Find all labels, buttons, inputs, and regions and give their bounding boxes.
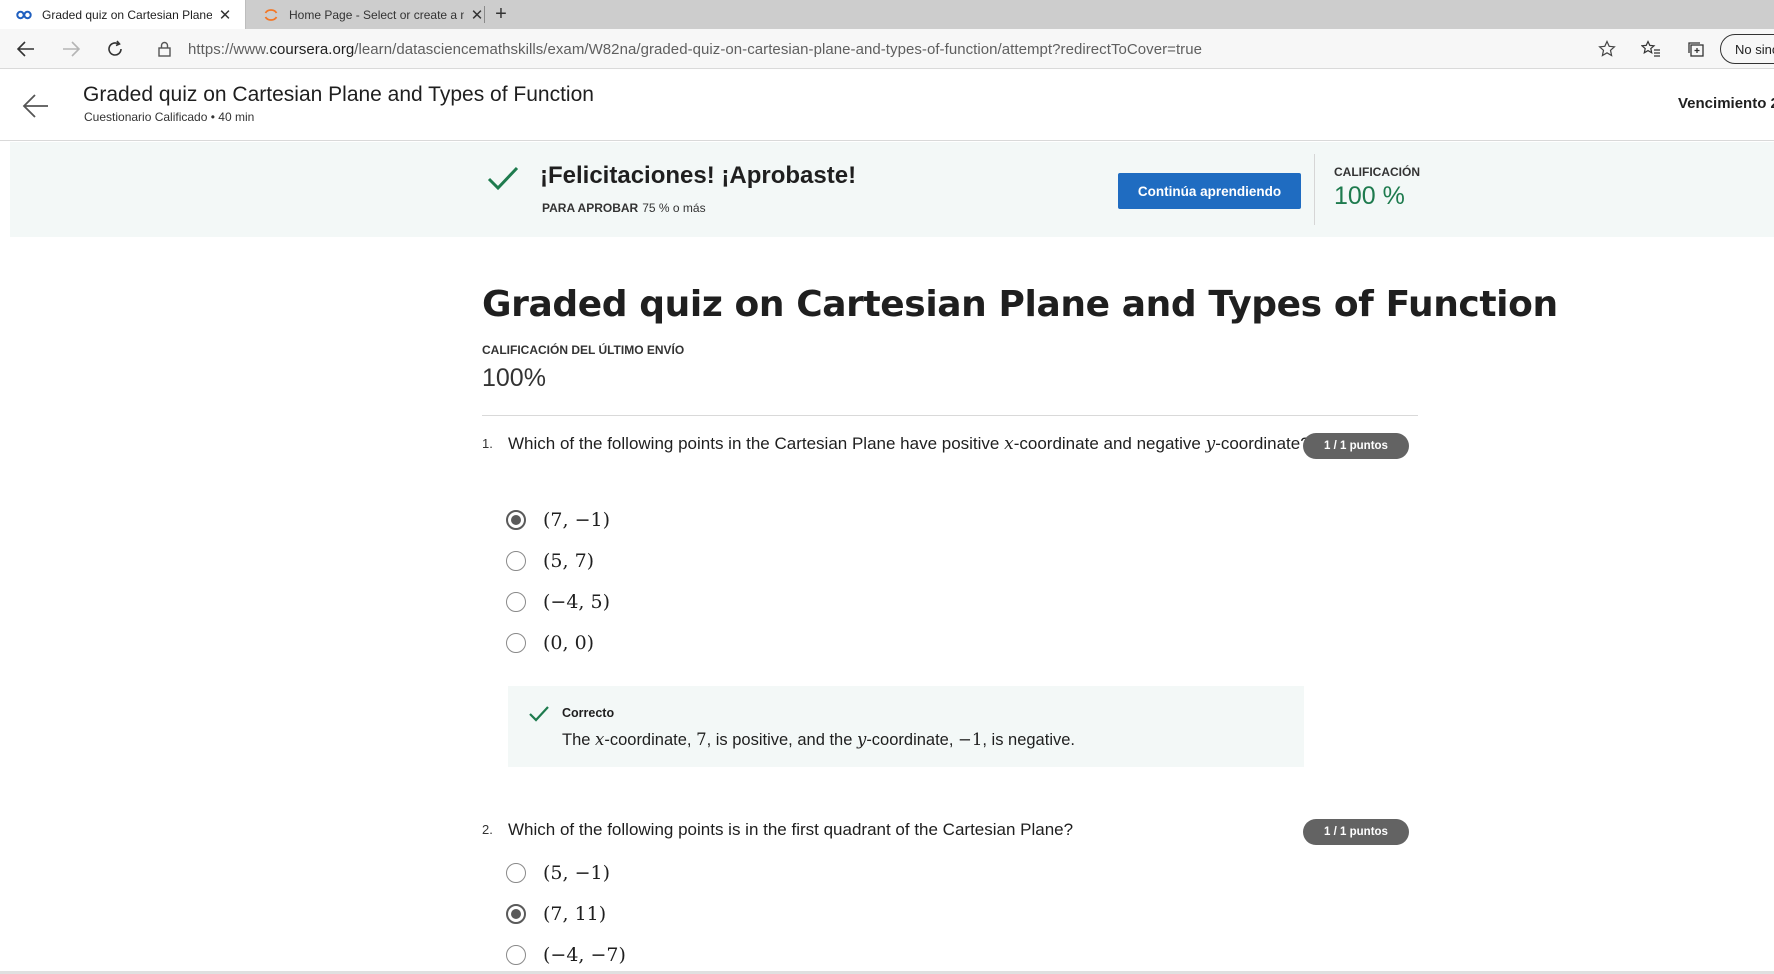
url-text[interactable]: https://www.coursera.org/learn/datascien… (188, 41, 1202, 58)
feedback-title: Correcto (562, 706, 615, 720)
radio-button[interactable] (506, 945, 526, 965)
close-tab-icon[interactable]: ✕ (470, 7, 484, 24)
page-title: Graded quiz on Cartesian Plane and Types… (83, 83, 594, 106)
math-variable: x (1004, 434, 1014, 454)
feedback-text: The x-coordinate, 7, is positive, and th… (562, 730, 1075, 750)
grade-label: CALIFICACIÓN (1334, 165, 1420, 179)
address-bar[interactable]: https://www.coursera.org/learn/datascien… (144, 33, 1620, 65)
feedback-box: Correcto The x-coordinate, 7, is positiv… (508, 686, 1304, 767)
favorites-icon[interactable] (1640, 38, 1662, 60)
pass-requirement-label: PARA APROBAR (542, 201, 639, 215)
points-badge: 1 / 1 puntos (1303, 433, 1409, 459)
quiz-title: Graded quiz on Cartesian Plane and Types… (482, 284, 1558, 325)
tab-title: Graded quiz on Cartesian Plane and Types… (42, 7, 212, 22)
feedback-text-part: The (562, 731, 596, 749)
option-label: (−4, −7) (543, 944, 626, 966)
coursera-icon (16, 9, 32, 21)
option-label: (5, 7) (543, 550, 595, 572)
tab-separator (484, 6, 485, 23)
radio-button[interactable] (506, 904, 526, 924)
feedback-text-part: , is negative. (982, 731, 1075, 749)
radio-button[interactable] (506, 592, 526, 612)
course-header: Graded quiz on Cartesian Plane and Types… (0, 70, 1774, 141)
points-badge: 1 / 1 puntos (1303, 819, 1409, 845)
checkmark-icon (528, 704, 550, 724)
answer-option[interactable]: (−4, −7) (506, 942, 626, 968)
answer-option[interactable]: (0, 0) (506, 630, 594, 656)
radio-button[interactable] (506, 510, 526, 530)
radio-dot (511, 909, 521, 919)
answer-option[interactable]: (7, 11) (506, 901, 606, 927)
question-text: Which of the following points is in the … (508, 820, 1074, 839)
collections-icon[interactable] (1685, 38, 1707, 60)
pass-requirement-value: 75 % o más (642, 201, 706, 215)
option-label: (7, 11) (543, 903, 607, 925)
radio-button[interactable] (506, 633, 526, 653)
pass-requirement: PARA APROBAR 75 % o más (542, 201, 706, 215)
tab-home-page[interactable]: Home Page - Select or create a notebook … (247, 0, 484, 29)
pass-title: ¡Felicitaciones! ¡Aprobaste! (540, 162, 857, 189)
math-variable: x (595, 730, 605, 749)
back-arrow-icon[interactable] (22, 92, 50, 120)
url-prefix: https://www. (188, 40, 270, 58)
math-number: 7 (696, 730, 707, 749)
url-path: /learn/datasciencemathskills/exam/W82na/… (354, 40, 1202, 58)
checkmark-icon (486, 164, 520, 194)
question-text-part: -coordinate and negative (1013, 434, 1206, 453)
question-number: 1. (482, 436, 493, 451)
question-text-part: Which of the following points in the Car… (508, 434, 1005, 453)
url-host: coursera.org (269, 40, 355, 58)
browser-tab-bar: Graded quiz on Cartesian Plane and Types… (0, 0, 1774, 29)
radio-button[interactable] (506, 551, 526, 571)
radio-button[interactable] (506, 863, 526, 883)
question-text-part: -coordinate? (1215, 434, 1310, 453)
grade-value: 100 % (1334, 182, 1405, 210)
answer-option[interactable]: (5, 7) (506, 548, 594, 574)
answer-option[interactable]: (7, −1) (506, 507, 610, 533)
option-label: (5, −1) (543, 862, 611, 884)
continue-learning-button[interactable]: Continúa aprendiendo (1118, 173, 1301, 209)
feedback-text-part: , is positive, and the (706, 731, 857, 749)
last-submission-value: 100% (482, 364, 546, 392)
tab-title: Home Page - Select or create a notebook (289, 7, 464, 22)
lock-icon (156, 40, 172, 58)
tab-graded-quiz[interactable]: Graded quiz on Cartesian Plane and Types… (0, 0, 246, 29)
due-date-label: Vencimiento 2 (1678, 95, 1774, 112)
divider (1314, 154, 1315, 225)
close-tab-icon[interactable]: ✕ (218, 7, 232, 24)
math-variable: y (856, 730, 867, 749)
feedback-text-part: -coordinate, (866, 731, 959, 749)
option-label: (−4, 5) (543, 591, 611, 613)
option-label: (0, 0) (543, 632, 595, 654)
last-submission-label: CALIFICACIÓN DEL ÚLTIMO ENVÍO (482, 343, 685, 357)
refresh-icon[interactable] (103, 37, 127, 61)
new-tab-icon[interactable]: + (490, 3, 512, 25)
answer-option[interactable]: (5, −1) (506, 860, 610, 886)
back-icon[interactable] (14, 37, 38, 61)
forward-icon[interactable] (59, 37, 83, 61)
feedback-text-part: -coordinate, (604, 731, 697, 749)
answer-option[interactable]: (−4, 5) (506, 589, 610, 615)
option-label: (7, −1) (543, 509, 611, 531)
math-number: −1 (958, 730, 983, 749)
favorite-star-icon[interactable] (1598, 40, 1616, 58)
math-variable: y (1205, 434, 1216, 454)
pass-banner: ¡Felicitaciones! ¡Aprobaste! PARA APROBA… (10, 142, 1774, 237)
jupyter-icon (263, 8, 279, 21)
sync-status-button[interactable]: No sincronizado (1720, 34, 1774, 64)
question-number: 2. (482, 822, 493, 837)
page-subtitle: Cuestionario Calificado • 40 min (84, 110, 255, 124)
radio-dot (511, 515, 521, 525)
question-text: Which of the following points in the Car… (508, 434, 1310, 454)
divider (482, 415, 1418, 416)
browser-toolbar: https://www.coursera.org/learn/datascien… (0, 29, 1774, 69)
